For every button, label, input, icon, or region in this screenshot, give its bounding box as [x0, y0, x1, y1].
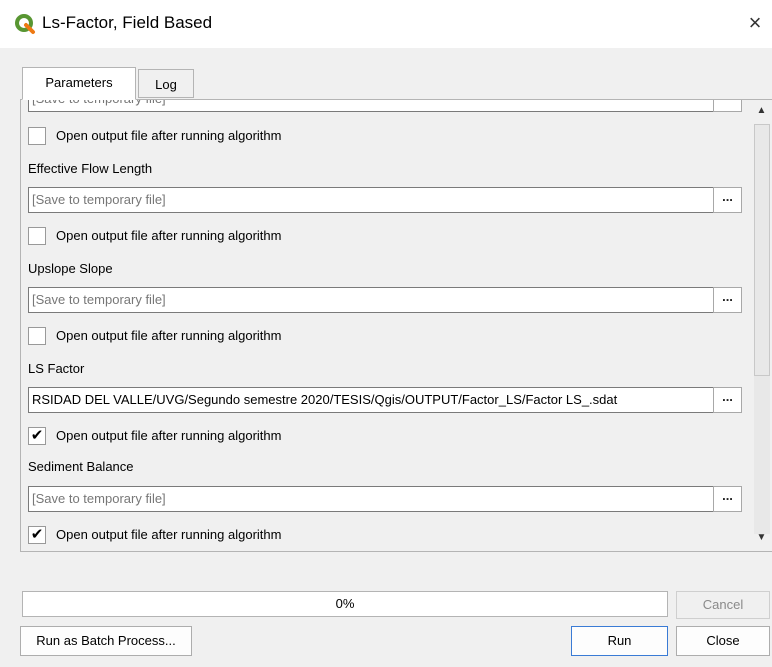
title-bar: Ls-Factor, Field Based ×: [0, 0, 772, 48]
effective-flow-length-label: Effective Flow Length: [28, 161, 153, 176]
tab-parameters[interactable]: Parameters: [22, 67, 136, 100]
upslope-slope-open-checkbox[interactable]: [28, 327, 46, 345]
close-button[interactable]: Close: [676, 626, 770, 656]
open-output-checkbox[interactable]: [28, 127, 46, 145]
progress-bar: 0%: [22, 591, 668, 617]
scroll-up-icon[interactable]: ▲: [753, 102, 770, 119]
ls-factor-browse-button[interactable]: ...: [713, 387, 742, 413]
ls-factor-field[interactable]: RSIDAD DEL VALLE/UVG/Segundo semestre 20…: [28, 387, 726, 413]
effective-flow-length-open-checkbox[interactable]: [28, 227, 46, 245]
sediment-balance-browse-button[interactable]: ...: [713, 486, 742, 512]
sediment-balance-label: Sediment Balance: [28, 459, 134, 474]
ls-factor-label: LS Factor: [28, 361, 85, 376]
ls-factor-open-checkbox[interactable]: ✔: [28, 427, 46, 445]
effective-flow-length-browse-button[interactable]: ...: [713, 187, 742, 213]
window-title: Ls-Factor, Field Based: [42, 13, 213, 32]
sediment-balance-open-checkbox[interactable]: ✔: [28, 526, 46, 544]
tab-log[interactable]: Log: [138, 69, 194, 98]
upslope-slope-field[interactable]: [Save to temporary file]: [28, 287, 726, 313]
upslope-slope-open-label: Open output file after running algorithm: [56, 328, 282, 343]
parameters-scroll-area: [Save to temporary file] ... Open output…: [21, 100, 746, 551]
sediment-balance-open-label: Open output file after running algorithm: [56, 527, 282, 542]
scroll-thumb[interactable]: [754, 124, 770, 376]
upslope-slope-browse-button[interactable]: ...: [713, 287, 742, 313]
sediment-balance-field[interactable]: [Save to temporary file]: [28, 486, 726, 512]
run-button[interactable]: Run: [571, 626, 668, 656]
effective-flow-length-field[interactable]: [Save to temporary file]: [28, 187, 726, 213]
qgis-logo-icon: [15, 14, 35, 34]
output-field-partial[interactable]: [Save to temporary file]: [28, 100, 726, 112]
run-as-batch-button[interactable]: Run as Batch Process...: [20, 626, 192, 656]
cancel-button[interactable]: Cancel: [676, 591, 770, 619]
ls-factor-open-label: Open output file after running algorithm: [56, 428, 282, 443]
effective-flow-length-open-label: Open output file after running algorithm: [56, 228, 282, 243]
open-output-label: Open output file after running algorithm: [56, 128, 282, 143]
parameters-panel: [Save to temporary file] ... Open output…: [20, 99, 772, 552]
browse-button[interactable]: ...: [713, 100, 742, 112]
upslope-slope-label: Upslope Slope: [28, 261, 113, 276]
progress-text: 0%: [335, 596, 355, 611]
vertical-scrollbar[interactable]: ▲ ▼: [750, 100, 772, 551]
close-icon[interactable]: ×: [742, 10, 768, 36]
scroll-down-icon[interactable]: ▼: [753, 529, 770, 546]
